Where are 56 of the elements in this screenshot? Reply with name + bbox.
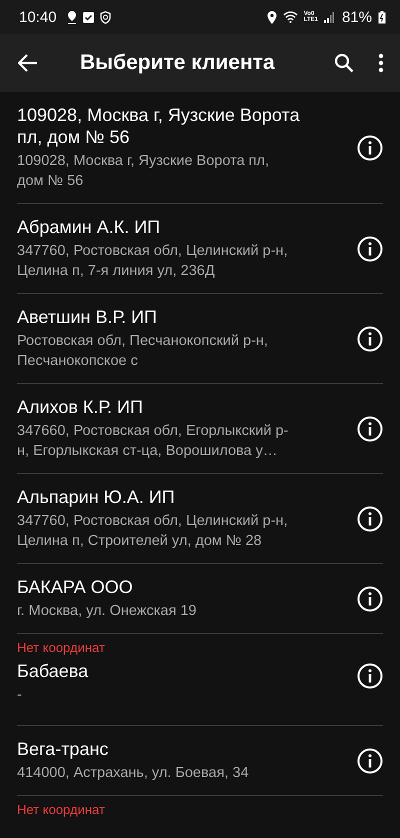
client-name: Бабаева xyxy=(17,660,90,682)
battery-percent: 81% xyxy=(342,8,372,26)
more-menu-icon xyxy=(378,53,384,73)
info-icon xyxy=(357,586,383,612)
client-name: Алихов К.Р. ИП xyxy=(17,396,144,418)
client-name: БАКАРА ООО xyxy=(17,576,134,598)
client-address: г. Москва, ул. Онежская 19 xyxy=(17,602,198,621)
info-button[interactable] xyxy=(357,236,383,262)
info-icon xyxy=(357,134,383,160)
info-button[interactable] xyxy=(357,662,383,688)
info-button[interactable] xyxy=(357,326,383,352)
client-address: 347660, Ростовская обл, Егорлыкский р-н, Егорлыкская ст-ца, Ворошилова у… xyxy=(17,422,290,461)
client-list-item[interactable]: Абрамин А.К. ИП 347760, Ростовская обл, Целинский р-н, Целина п, 7-я линия ул, 236Д xyxy=(17,204,383,294)
client-address: - xyxy=(17,686,23,705)
shield-icon xyxy=(100,10,111,24)
client-list-item[interactable]: 109028, Москва г, Яузские Ворота пл, дом № 56 109028, Москва г, Яузские Ворота пл, дом № 56 xyxy=(17,92,383,204)
client-list-item[interactable]: Вега-транс 414000, Астрахань, ул. Боевая, 34 xyxy=(17,726,383,796)
client-name: Абрамин А.К. ИП xyxy=(17,216,162,238)
battery-icon xyxy=(378,10,386,24)
info-icon xyxy=(357,506,383,532)
search-icon xyxy=(334,53,354,73)
info-button[interactable] xyxy=(357,748,383,774)
info-button[interactable] xyxy=(357,134,383,160)
wifi-icon xyxy=(282,11,298,23)
info-button[interactable] xyxy=(357,506,383,532)
client-list-item[interactable]: Нет координат xyxy=(17,796,383,838)
no-coordinates-warning: Нет координат xyxy=(17,640,106,655)
client-list-item[interactable]: БАКАРА ООО г. Москва, ул. Онежская 19 xyxy=(17,564,383,634)
info-button[interactable] xyxy=(357,416,383,442)
location-pin-icon xyxy=(66,10,77,24)
info-icon xyxy=(357,662,383,688)
client-list-item[interactable]: Альпарин Ю.А. ИП 347760, Ростовская обл, Целинский р-н, Целина п, Строителей ул, дом № 28 xyxy=(17,474,383,564)
client-address: Ростовская обл, Песчанокопский р-н, Песчанокопское с xyxy=(17,332,269,371)
client-name: Вега-транс xyxy=(17,738,110,760)
no-coordinates-warning: Нет координат xyxy=(17,802,106,817)
client-address: 414000, Астрахань, ул. Боевая, 34 xyxy=(17,764,250,783)
info-icon xyxy=(357,748,383,774)
screen-title: Выберите клиента xyxy=(80,51,276,75)
info-icon xyxy=(357,326,383,352)
info-icon xyxy=(357,416,383,442)
client-address: 347760, Ростовская обл, Целинский р-н, Целина п, 7-я линия ул, 236Д xyxy=(17,242,289,281)
back-arrow-icon xyxy=(18,54,38,72)
client-list-item[interactable]: Нет координат Бабаева - xyxy=(17,634,383,726)
client-name: Альпарин Ю.А. ИП xyxy=(17,486,176,508)
client-list-item[interactable]: Аветшин В.Р. ИП Ростовская обл, Песчанокопский р-н, Песчанокопское с xyxy=(17,294,383,384)
checkbox-icon xyxy=(82,12,94,22)
info-icon xyxy=(357,236,383,262)
client-name: 109028, Москва г, Яузские Ворота пл, дом № 56 xyxy=(17,104,301,148)
signal-icon xyxy=(324,12,334,22)
client-name: Аветшин В.Р. ИП xyxy=(17,306,158,328)
status-time: 10:40 xyxy=(19,8,57,26)
client-address: 109028, Москва г, Яузские Ворота пл, дом № 56 xyxy=(17,152,270,191)
client-address: 347760, Ростовская обл, Целинский р-н, Целина п, Строителей ул, дом № 28 xyxy=(17,512,289,551)
location-pin-icon xyxy=(266,10,277,24)
client-list-item[interactable]: Алихов К.Р. ИП 347660, Ростовская обл, Егорлыкский р-н, Егорлыкская ст-ца, Ворошилова у… xyxy=(17,384,383,474)
info-button[interactable] xyxy=(357,586,383,612)
